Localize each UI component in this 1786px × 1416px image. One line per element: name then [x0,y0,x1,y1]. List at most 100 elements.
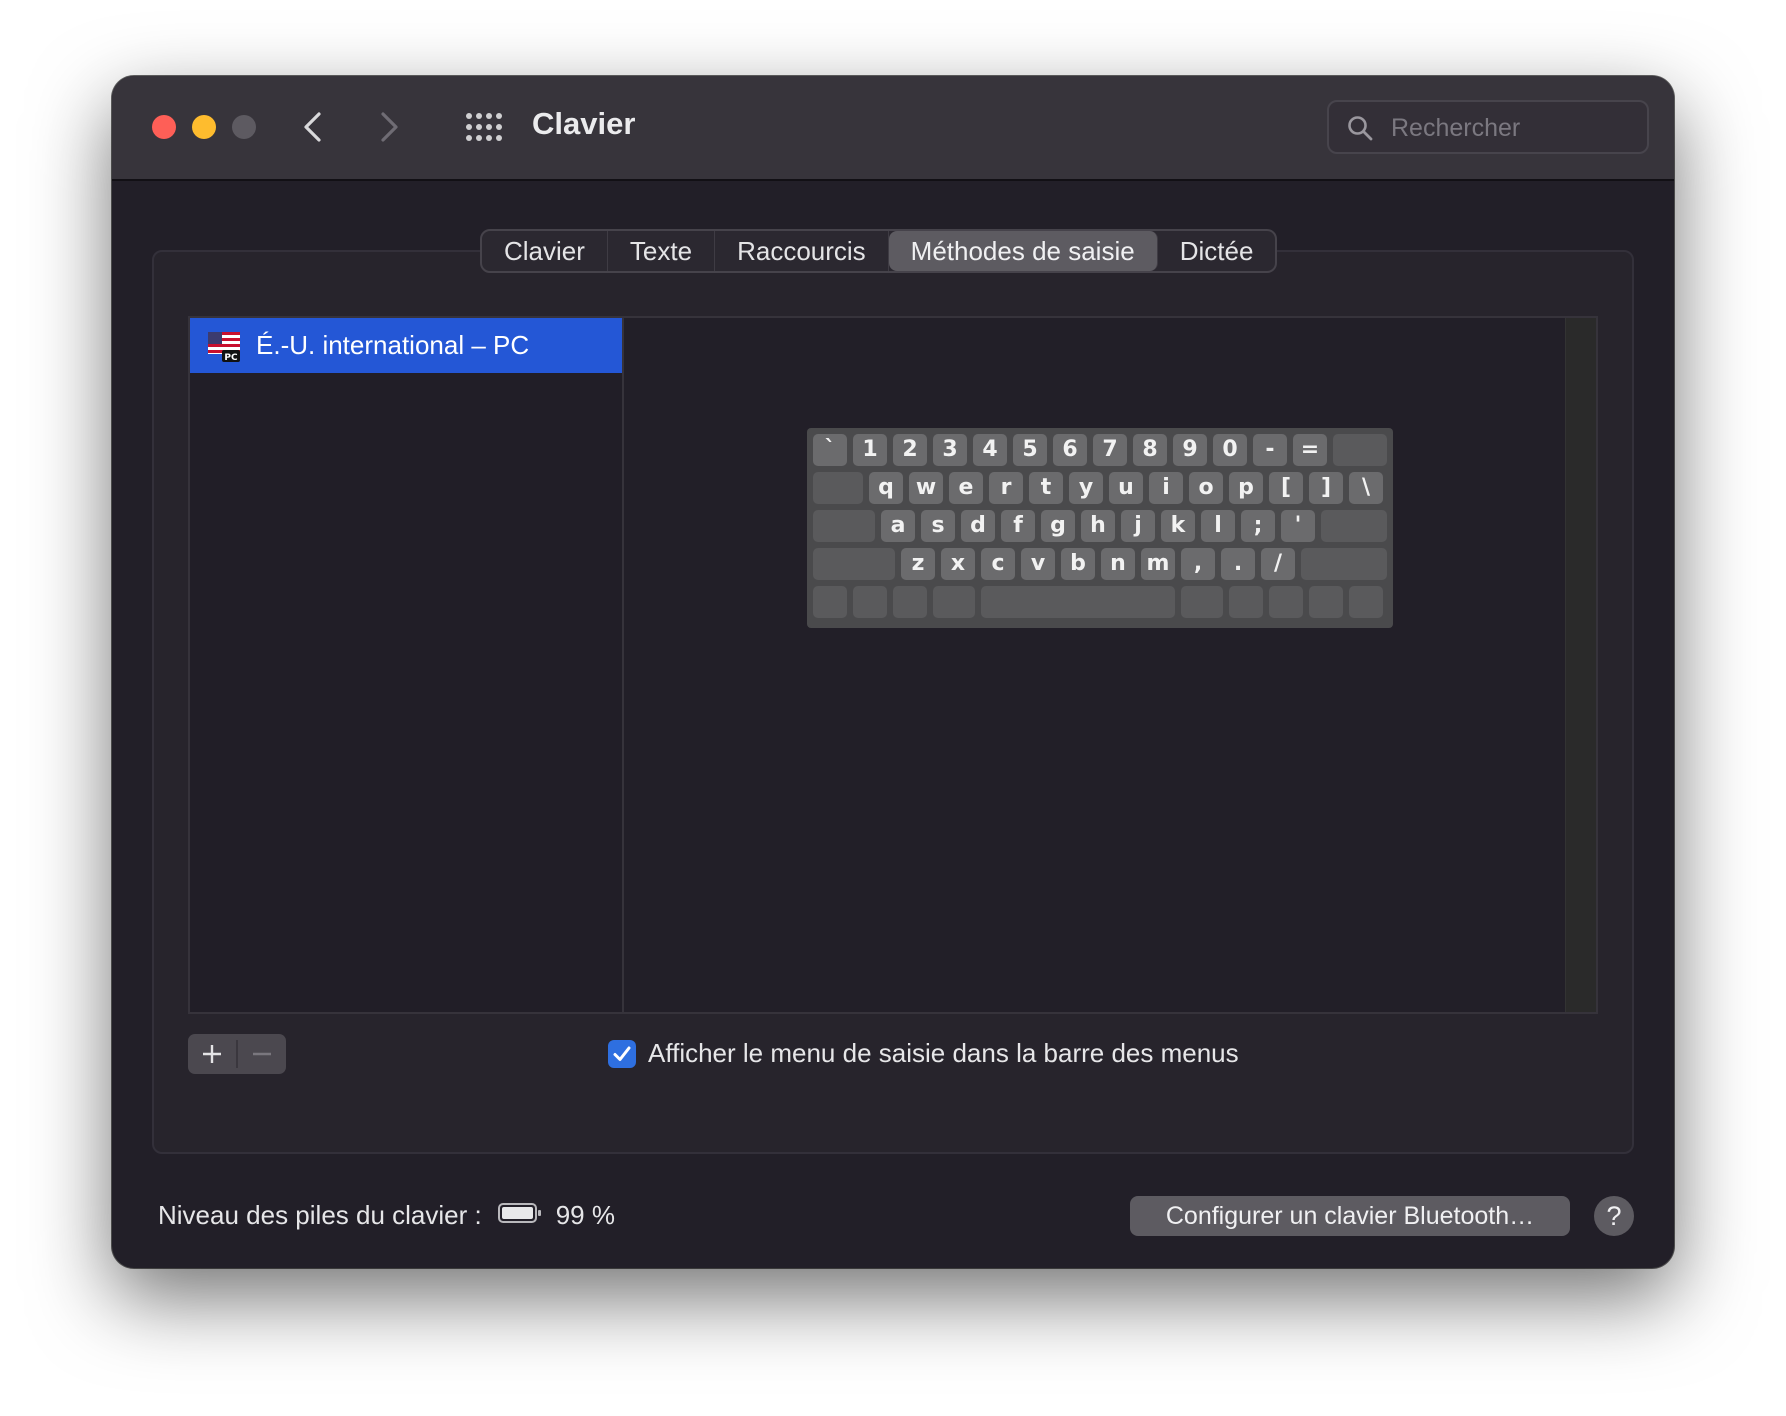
modifier-key [1309,586,1343,618]
chevron-left-icon [304,112,321,142]
keyboard-key: 2 [893,434,927,466]
svg-text:PC: PC [224,353,238,362]
checkmark-icon [613,1046,631,1061]
search-input[interactable] [1389,110,1643,146]
add-input-source-button[interactable] [188,1034,236,1074]
remove-input-source-button[interactable] [238,1034,286,1074]
modifier-key [1321,510,1387,542]
keyboard-key: v [1021,548,1055,580]
keyboard-key: / [1261,548,1295,580]
modifier-key [893,586,927,618]
keyboard-key: r [989,472,1023,504]
keyboard-key: n [1101,548,1135,580]
back-button[interactable] [296,109,332,145]
show-input-menu-row: Afficher le menu de saisie dans la barre… [608,1038,1239,1069]
keyboard-key: f [1001,510,1035,542]
modifier-key [1269,586,1303,618]
keyboard-key: l [1201,510,1235,542]
modifier-key [813,548,895,580]
modifier-key [1349,586,1383,618]
keyboard-key: m [1141,548,1175,580]
battery-percentage: 99 % [555,1200,615,1230]
keyboard-key: 9 [1173,434,1207,466]
keyboard-key: , [1181,548,1215,580]
list-item[interactable]: PC É.-U. international – PC [190,318,622,373]
keyboard-key: s [921,510,955,542]
window-title: Clavier [532,106,636,141]
tab-dictee[interactable]: Dictée [1158,231,1276,271]
keyboard-key: - [1253,434,1287,466]
keyboard-key: y [1069,472,1103,504]
keyboard-key: . [1221,548,1255,580]
forward-button[interactable] [370,109,406,145]
keyboard-key: 1 [853,434,887,466]
zoom-window-button[interactable] [232,115,256,139]
modifier-key [1229,586,1263,618]
keyboard-key: 0 [1213,434,1247,466]
battery-label: Niveau des piles du clavier : [158,1200,482,1230]
keyboard-key: o [1189,472,1223,504]
chevron-right-icon [381,112,398,142]
modifier-key [1333,434,1387,466]
show-input-menu-checkbox[interactable] [608,1039,636,1068]
keyboard-key: ; [1241,510,1275,542]
minimize-window-button[interactable] [192,115,216,139]
keyboard-key: t [1029,472,1063,504]
modifier-key [1181,586,1223,618]
grid-icon [466,113,502,141]
keyboard-key: \ [1349,472,1383,504]
keyboard-key: 3 [933,434,967,466]
keyboard-key: u [1109,472,1143,504]
keyboard-key: g [1041,510,1075,542]
add-remove-control [188,1034,286,1074]
keyboard-key: [ [1269,472,1303,504]
keyboard-key: 7 [1093,434,1127,466]
title-bar: Clavier [112,76,1674,181]
tab-clavier[interactable]: Clavier [482,231,608,271]
keyboard-key: q [869,472,903,504]
tab-raccourcis[interactable]: Raccourcis [715,231,889,271]
help-button[interactable]: ? [1594,1196,1634,1236]
keyboard-key: p [1229,472,1263,504]
spacebar-key [981,586,1175,618]
modifier-key [813,586,847,618]
keyboard-key: = [1293,434,1327,466]
keyboard-key: e [949,472,983,504]
setup-bluetooth-keyboard-button[interactable]: Configurer un clavier Bluetooth… [1130,1196,1570,1236]
keyboard-key: w [909,472,943,504]
modifier-key [933,586,975,618]
show-all-button[interactable] [465,111,503,143]
keyboard-key: z [901,548,935,580]
list-item-label: É.-U. international – PC [256,330,530,360]
keyboard-key: x [941,548,975,580]
keyboard-key: j [1121,510,1155,542]
keyboard-key: a [881,510,915,542]
modifier-key [813,472,863,504]
keyboard-key: 6 [1053,434,1087,466]
keyboard-key: ' [1281,510,1315,542]
search-icon [1347,115,1373,146]
tab-texte[interactable]: Texte [608,231,716,271]
scrollbar[interactable] [1565,318,1596,1012]
keyboard-key: k [1161,510,1195,542]
modifier-key [1301,548,1387,580]
layout-preview-pane [624,316,1598,1014]
us-flag-pc-icon: PC [208,330,240,363]
battery-icon [497,1202,542,1229]
minus-icon [253,1052,271,1056]
modifier-key [853,586,887,618]
keyboard-key: ] [1309,472,1343,504]
search-field[interactable] [1327,100,1649,154]
tab-bar: Clavier Texte Raccourcis Méthodes de sai… [480,229,1278,273]
keyboard-key: c [981,548,1015,580]
keyboard-key: b [1061,548,1095,580]
close-window-button[interactable] [152,115,176,139]
keyboard-key: h [1081,510,1115,542]
tab-methodes-de-saisie[interactable]: Méthodes de saisie [888,231,1158,271]
modifier-key [813,510,875,542]
keyboard-key: 5 [1013,434,1047,466]
input-sources-list[interactable]: PC É.-U. international – PC [188,316,624,1014]
plus-icon [203,1045,221,1063]
keyboard-layout-preview: ` 1 2 3 4 5 6 7 8 9 0- = q w e r t y u i o p[] \ a s d f g h j k l; ' z x c… [807,428,1393,628]
show-input-menu-label: Afficher le menu de saisie dans la barre… [648,1038,1239,1068]
